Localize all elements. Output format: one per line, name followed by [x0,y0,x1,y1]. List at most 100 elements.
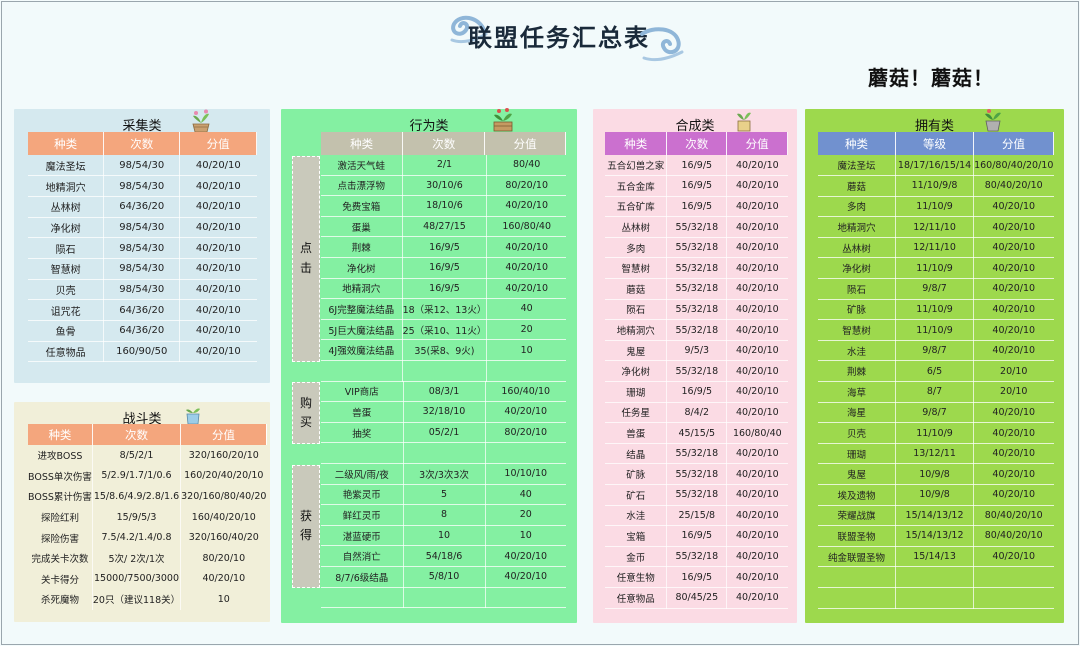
collect-row: 任意物品 160/90/50 40/20/10 [28,341,257,363]
own-cell: 40/20/10 [973,422,1054,444]
behavior-cell: 3次/3次3次 [403,463,486,485]
craft-cell: 智慧树 [605,257,668,280]
craft-row: 多肉 55/32/18 40/20/10 [605,237,788,259]
own-header-cell: 种类 [818,132,897,155]
own-cell: 40/20/10 [973,484,1054,506]
craft-cell: 40/20/10 [726,505,788,527]
behavior-cell: 40/20/10 [485,401,566,423]
behavior-row: 8/7/6级结晶 5/8/10 40/20/10 [321,566,566,588]
battle-cell: 15/8.6/4.9/2.8/1.6 [92,486,182,507]
potted-plant-icon [192,109,210,133]
behavior-row [321,360,566,382]
behavior-row: 艳紫灵币 5 40 [321,484,566,506]
behavior-cell [403,587,486,609]
craft-row: 矿脉 55/32/18 40/20/10 [605,463,788,485]
behavior-cell: 40 [485,484,566,506]
craft-row: 兽蛋 45/15/5 160/80/40 [605,422,788,444]
behavior-cell: 40/20/10 [486,278,566,300]
battle-header-cell: 次数 [92,424,182,445]
craft-cell: 水洼 [605,505,668,527]
page-title: 联盟任务汇总表 [468,23,650,52]
own-row: 多肉 11/10/9 40/20/10 [818,196,1054,218]
behavior-cell: 48/27/15 [402,216,488,238]
craft-row: 地精洞穴 55/32/18 40/20/10 [605,319,788,341]
craft-row: 金币 55/32/18 40/20/10 [605,546,788,568]
battle-cell: 进攻BOSS [28,445,93,466]
own-panel: 拥有类 种类 等级 分值 魔法圣坛 18/17/16/15/14 160/80/40/2… [805,109,1064,623]
behavior-cell: 40/20/10 [485,545,566,567]
collect-cell: 98/54/30 [103,258,181,280]
craft-cell: 蘑菇 [605,278,668,300]
craft-cell: 鬼屋 [605,340,668,362]
collect-cell: 64/36/20 [103,299,181,321]
own-cell: 纯金联盟圣物 [818,546,897,568]
collect-cell: 160/90/50 [103,341,181,363]
craft-cell: 16/9/5 [666,155,728,177]
craft-row: 五合幻兽之家 16/9/5 40/20/10 [605,155,788,177]
collect-cell: 鱼骨 [28,320,105,342]
own-cell: 40/20/10 [973,278,1054,300]
collect-cell: 40/20/10 [179,155,257,177]
behavior-cell [486,360,566,382]
behavior-cell: 10 [403,525,486,547]
battle-cell: 7.5/4.2/1.4/0.8 [92,527,182,548]
own-cell: 11/10/9 [895,422,974,444]
behavior-cell: 16/9/5 [402,236,488,258]
behavior-cell: 8/7/6级结晶 [321,566,404,588]
craft-row: 丛林树 55/32/18 40/20/10 [605,216,788,238]
collect-row: 丛林树 64/36/20 40/20/10 [28,196,257,218]
own-cell: 魔法圣坛 [818,155,897,177]
collect-cell: 40/20/10 [179,258,257,280]
behavior-row [321,442,566,464]
potted-plant-icon [985,109,1001,132]
battle-cell: 关卡得分 [28,568,93,590]
own-row: 智慧树 11/10/9 40/20/10 [818,319,1054,341]
behavior-cell: 地精洞穴 [321,278,403,300]
collect-cell: 40/20/10 [179,341,257,363]
behavior-row: 点击漂浮物 30/10/6 80/20/10 [321,175,566,197]
behavior-cell: 净化树 [321,257,403,279]
behavior-group-label: 获 得 [292,464,320,589]
collect-cell: 40/20/10 [179,217,257,239]
own-cell: 40/20/10 [973,319,1054,341]
own-cell: 11/10/9/8 [895,175,974,197]
battle-row: BOSS单次伤害 5/2.9/1.7/1/0.6 160/20/40/20/10 [28,465,266,487]
behavior-cell [321,587,404,609]
craft-cell: 珊瑚 [605,381,668,403]
behavior-row: 免费宝箱 18/10/6 40/20/10 [321,195,566,217]
collect-cell: 98/54/30 [103,217,181,239]
battle-cell: 320/160/20/10 [188,449,259,461]
behavior-cell [485,442,566,464]
behavior-row: 自然消亡 54/18/6 40/20/10 [321,545,566,567]
own-cell: 40/20/10 [973,237,1054,259]
battle-cell: 8/5/2/1 [92,445,182,466]
own-cell: 18/17/16/15/14 [895,155,974,177]
craft-cell: 25/15/8 [666,505,728,527]
own-cell [973,566,1054,588]
craft-header-cell: 种类 [605,132,668,155]
craft-cell: 16/9/5 [666,175,728,197]
craft-row: 水洼 25/15/8 40/20/10 [605,505,788,527]
behavior-cell: 10 [485,525,566,547]
craft-cell: 兽蛋 [605,422,668,444]
own-cell: 埃及遗物 [818,484,897,506]
own-row: 地精洞穴 12/11/10 40/20/10 [818,216,1054,238]
behavior-panel: 行为类 种类 次数 分值点 击激活天气蛙 2/1 80/40 点击漂浮物 30/10/6 80… [281,108,577,623]
own-cell: 40/20/10 [973,340,1054,362]
craft-cell: 净化树 [605,360,668,383]
craft-cell: 40/20/10 [726,443,788,465]
own-cell [895,566,974,588]
own-cell: 40/20/10 [973,216,1054,238]
own-cell: 10/9/8 [895,484,974,506]
craft-cell: 55/32/18 [666,463,728,485]
own-cell: 40/20/10 [973,402,1054,424]
collect-cell: 智慧树 [28,258,105,280]
craft-cell: 五合矿库 [605,196,668,218]
own-cell: 丛林树 [818,237,897,259]
craft-cell: 40/20/10 [726,216,788,238]
collect-row: 魔法圣坛 98/54/30 40/20/10 [28,155,257,177]
collect-header-cell: 种类 [28,132,105,155]
behavior-row: 4J强效魔法结晶 35(采8、9火) 10 [321,339,566,361]
own-cell: 40/20/10 [973,257,1054,280]
behavior-cell: 抽奖 [321,422,404,444]
